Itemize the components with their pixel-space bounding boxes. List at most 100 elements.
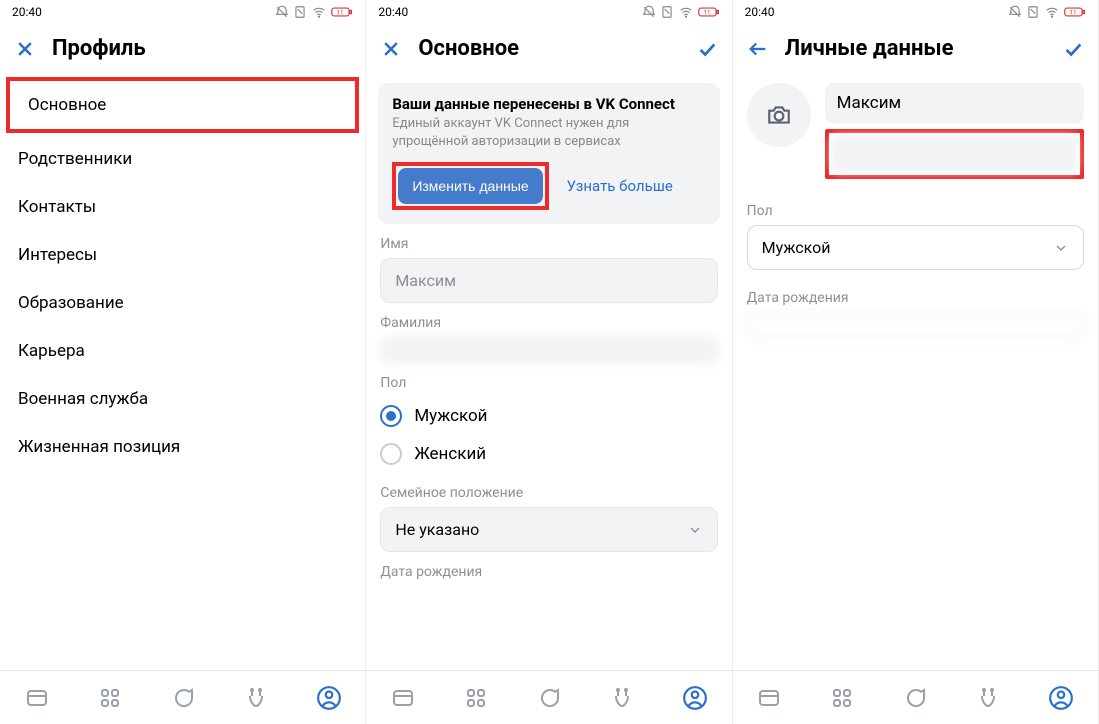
bottom-nav — [0, 670, 365, 724]
menu-item-career[interactable]: Карьера — [0, 327, 365, 375]
birth-block: Дата рождения — [747, 290, 1084, 338]
wifi-icon — [311, 5, 327, 19]
radio-selected-icon — [380, 405, 402, 427]
avatar-row: Максим — [733, 75, 1098, 179]
status-time: 20:40 — [378, 5, 408, 19]
wifi-icon — [1044, 5, 1060, 19]
page-title: Профиль — [52, 36, 351, 61]
nav-feed-icon[interactable] — [24, 685, 50, 711]
nav-messages-icon[interactable] — [170, 685, 196, 711]
first-name-input[interactable]: Максим — [825, 83, 1084, 123]
gender-label: Пол — [747, 203, 1084, 219]
highlight-edit-data: Изменить данные — [392, 162, 548, 210]
menu-item-position[interactable]: Жизненная позиция — [0, 423, 365, 471]
nav-services-icon[interactable] — [463, 685, 489, 711]
status-bar: 20:40 11 — [0, 0, 365, 24]
close-icon[interactable] — [14, 38, 36, 60]
status-icons: 11 — [642, 5, 720, 19]
nav-profile-icon[interactable] — [316, 685, 342, 711]
menu-list: Основное Родственники Контакты Интересы … — [0, 75, 365, 724]
surname-block: Фамилия — [380, 315, 717, 363]
svg-text:11: 11 — [1069, 8, 1076, 16]
marital-value: Не указано — [395, 520, 479, 539]
bottom-nav — [366, 670, 731, 724]
header: Основное — [366, 24, 731, 75]
notice-subtitle: Единый аккаунт VK Connect нужен для упро… — [392, 115, 705, 150]
nav-profile-icon[interactable] — [1048, 685, 1074, 711]
nav-feed-icon[interactable] — [390, 685, 416, 711]
panel-main-edit: 20:40 11 Основное Ваши данные перенесены… — [366, 0, 732, 724]
radio-unselected-icon — [380, 443, 402, 465]
close-icon[interactable] — [380, 38, 402, 60]
learn-more-link[interactable]: Узнать больше — [567, 177, 673, 195]
nav-feed-icon[interactable] — [756, 685, 782, 711]
gender-value: Мужской — [762, 238, 831, 257]
sim-icon — [660, 5, 674, 19]
status-bar: 20:40 11 — [366, 0, 731, 24]
first-name-label: Имя — [380, 236, 717, 252]
surname-input[interactable] — [380, 337, 717, 363]
nav-clips-icon[interactable] — [609, 685, 635, 711]
gender-block: Пол Мужской Женский — [380, 375, 717, 473]
birth-input[interactable] — [747, 312, 1084, 338]
menu-item-relatives[interactable]: Родственники — [0, 135, 365, 183]
battery-icon: 11 — [1064, 5, 1086, 19]
status-bar: 20:40 11 — [733, 0, 1098, 24]
content: Ваши данные перенесены в VK Connect Един… — [366, 75, 731, 724]
page-title: Основное — [418, 36, 679, 61]
panel-profile: 20:40 11 Профиль Основное Родственники К… — [0, 0, 366, 724]
menu-item-military[interactable]: Военная служба — [0, 375, 365, 423]
nav-messages-icon[interactable] — [902, 685, 928, 711]
radio-male-label: Мужской — [414, 406, 487, 426]
birth-label: Дата рождения — [747, 290, 1084, 306]
back-icon[interactable] — [747, 38, 769, 60]
battery-icon: 11 — [698, 5, 720, 19]
gender-block: Пол Мужской — [747, 203, 1084, 270]
menu-item-main[interactable]: Основное — [6, 77, 359, 133]
sim-icon — [293, 5, 307, 19]
header: Личные данные — [733, 24, 1098, 75]
status-icons: 11 — [275, 5, 353, 19]
dnd-icon — [642, 5, 656, 19]
surname-label: Фамилия — [380, 315, 717, 331]
surname-input[interactable] — [831, 135, 1078, 173]
first-name-input[interactable]: Максим — [380, 258, 717, 303]
chevron-down-icon — [687, 522, 703, 538]
menu-item-contacts[interactable]: Контакты — [0, 183, 365, 231]
nav-clips-icon[interactable] — [975, 685, 1001, 711]
edit-data-button[interactable]: Изменить данные — [398, 168, 542, 204]
confirm-icon[interactable] — [696, 38, 718, 60]
battery-icon: 11 — [331, 5, 353, 19]
svg-text:11: 11 — [703, 8, 710, 16]
menu-item-education[interactable]: Образование — [0, 279, 365, 327]
confirm-icon[interactable] — [1062, 38, 1084, 60]
first-name-block: Имя Максим — [380, 236, 717, 303]
gender-label: Пол — [380, 375, 717, 391]
nav-services-icon[interactable] — [829, 685, 855, 711]
chevron-down-icon — [1053, 240, 1069, 256]
marital-select[interactable]: Не указано — [380, 507, 717, 552]
gender-select[interactable]: Мужской — [747, 225, 1084, 270]
marital-label: Семейное положение — [380, 485, 717, 501]
avatar-upload[interactable] — [747, 83, 811, 147]
radio-male[interactable]: Мужской — [380, 397, 717, 435]
marital-block: Семейное положение Не указано — [380, 485, 717, 552]
nav-clips-icon[interactable] — [243, 685, 269, 711]
status-time: 20:40 — [12, 5, 42, 19]
dnd-icon — [1008, 5, 1022, 19]
header: Профиль — [0, 24, 365, 75]
panel-personal-data: 20:40 11 Личные данные Максим — [733, 0, 1099, 724]
svg-text:11: 11 — [337, 8, 344, 16]
birth-block: Дата рождения — [380, 564, 717, 580]
vk-connect-notice: Ваши данные перенесены в VK Connect Един… — [378, 83, 719, 224]
menu-item-interests[interactable]: Интересы — [0, 231, 365, 279]
page-title: Личные данные — [785, 36, 1046, 61]
nav-messages-icon[interactable] — [536, 685, 562, 711]
dnd-icon — [275, 5, 289, 19]
camera-icon — [766, 102, 792, 128]
nav-services-icon[interactable] — [97, 685, 123, 711]
notice-title: Ваши данные перенесены в VK Connect — [392, 95, 705, 113]
nav-profile-icon[interactable] — [682, 685, 708, 711]
status-time: 20:40 — [745, 5, 775, 19]
radio-female[interactable]: Женский — [380, 435, 717, 473]
